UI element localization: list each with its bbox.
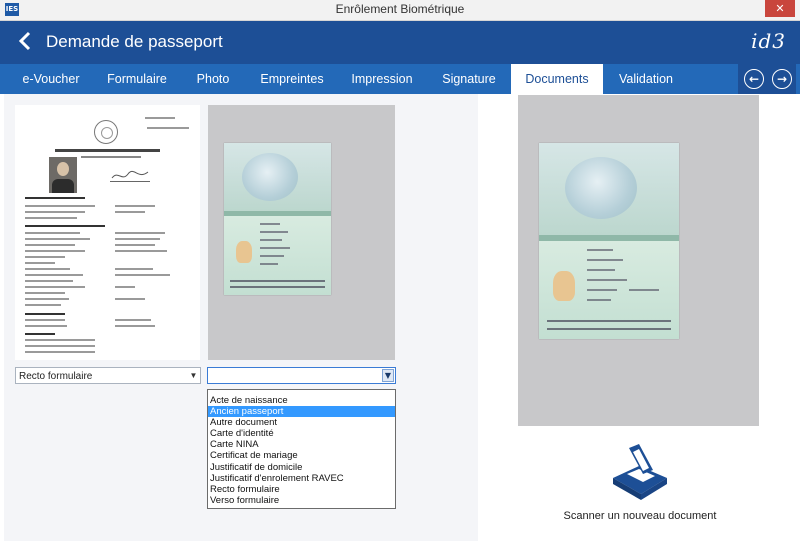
id3-logo: id3 (751, 29, 786, 53)
option-certificat-mariage[interactable]: Certificat de mariage (208, 450, 395, 461)
arrow-left-icon[interactable]: ← (744, 69, 764, 89)
arrow-right-icon[interactable]: → (772, 69, 792, 89)
document-preview (518, 95, 759, 426)
option-justificatif-ravec[interactable]: Justificatif d'enrolement RAVEC (208, 473, 395, 484)
tab-photo[interactable]: Photo (178, 64, 248, 94)
option-verso-formulaire[interactable]: Verso formulaire (208, 495, 395, 506)
option-recto-formulaire[interactable]: Recto formulaire (208, 484, 395, 495)
tab-signature[interactable]: Signature (428, 64, 510, 94)
tab-validation[interactable]: Validation (603, 64, 689, 94)
option-autre-document[interactable]: Autre document (208, 417, 395, 428)
option-carte-identite[interactable]: Carte d'identité (208, 428, 395, 439)
document-thumbnail-passport[interactable] (208, 105, 395, 360)
applicant-photo (49, 157, 77, 193)
window-title: Enrôlement Biométrique (335, 2, 465, 16)
document-type-select-2[interactable]: ▼ (207, 367, 396, 384)
option-ancien-passeport[interactable]: Ancien passeport (208, 406, 395, 418)
tab-empreintes[interactable]: Empreintes (248, 64, 336, 94)
page-title: Demande de passeport (46, 32, 223, 51)
tab-formulaire[interactable]: Formulaire (96, 64, 178, 94)
select-value: Recto formulaire (19, 371, 93, 382)
signature-sketch (110, 167, 150, 182)
document-type-select-1[interactable]: Recto formulaire ▼ (15, 367, 201, 384)
document-type-dropdown-list: Acte de naissance Ancien passeport Autre… (207, 389, 396, 509)
chevron-down-icon: ▼ (382, 369, 394, 382)
document-thumbnail-form[interactable] (15, 105, 200, 360)
option-justificatif-domicile[interactable]: Justificatif de domicile (208, 462, 395, 473)
chevron-left-icon[interactable] (18, 31, 38, 53)
emblem-icon (94, 120, 118, 144)
tab-bar: e-Voucher Formulaire Photo Empreintes Im… (0, 64, 800, 94)
close-button[interactable]: ✕ (765, 0, 795, 17)
scan-new-document-label[interactable]: Scanner un nouveau document (540, 510, 740, 522)
tab-impression[interactable]: Impression (336, 64, 428, 94)
tab-documents[interactable]: Documents (511, 64, 603, 94)
tab-navigation: ← → (738, 64, 796, 94)
chevron-down-icon: ▼ (189, 371, 198, 380)
window-titlebar: IES Enrôlement Biométrique ✕ (0, 0, 800, 21)
option-carte-nina[interactable]: Carte NINA (208, 439, 395, 450)
scanner-icon[interactable] (609, 444, 669, 500)
app-header: Demande de passeport id3 (0, 21, 800, 64)
option-acte-de-naissance[interactable]: Acte de naissance (208, 395, 395, 406)
tab-evoucher[interactable]: e-Voucher (6, 64, 96, 94)
